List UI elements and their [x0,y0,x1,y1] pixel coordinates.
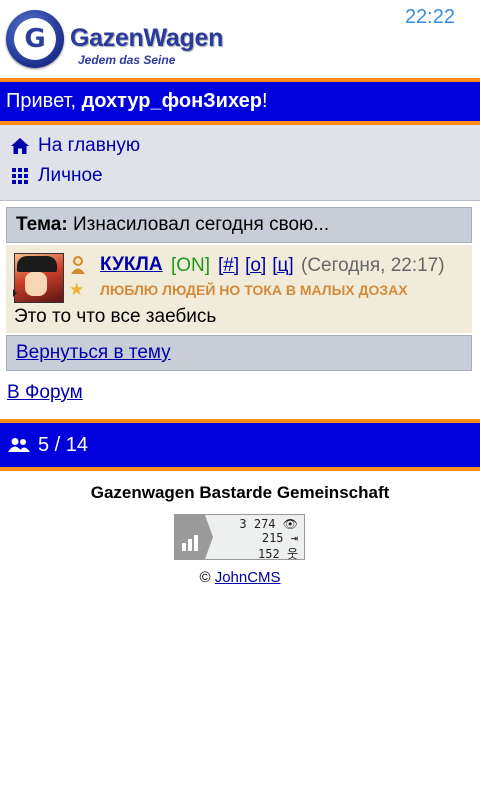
online-count: 5 / 14 [38,434,89,456]
post-author[interactable]: КУКЛА [100,254,163,276]
logo-emblem: G [14,18,56,60]
site-header: G GazenWagen Jedem das Seine 22:22 [0,0,480,78]
site-footer-title: Gazenwagen Bastarde Gemeinschaft [90,483,390,502]
post-link-reply[interactable]: [о] [245,255,266,276]
post-link-permalink[interactable]: [#] [218,255,239,276]
brand-slogan: Jedem das Seine [78,53,176,67]
greeting-bar: Привет, дохтур_фонЗихер! [0,78,480,125]
user-female-icon [71,256,85,274]
site-logo[interactable]: G [6,10,64,68]
avatar-face [25,272,47,296]
copyright: © JohnCMS [0,569,480,586]
counter-visitors: 152 웃 [258,547,298,561]
johncms-link[interactable]: JohnCMS [215,569,281,586]
topic-label: Тема: [16,214,68,235]
users-icon [8,438,30,452]
avatar-hat [17,256,57,272]
counter-visits: 215 ⇥ [261,531,298,545]
greeting-username: дохтур_фонЗихер [81,90,262,112]
post-actions: [#] [о] [ц] [218,255,300,277]
forum-link[interactable]: В Форум [7,382,83,404]
online-status: [ON] [171,255,211,276]
avatar-arrow-icon [13,289,17,297]
brand-name: GazenWagen [70,24,224,52]
topic-title: Изнасиловал сегодня свою... [72,214,330,235]
online-users-bar[interactable]: 5 / 14 [0,419,480,471]
menu-item-home[interactable]: На главную [10,135,140,157]
greeting-suffix: ! [261,90,268,112]
post-link-quote[interactable]: [ц] [272,255,293,276]
back-to-topic-link[interactable]: Вернуться в тему [6,335,472,371]
user-status-text: ЛЮБЛЮ ЛЮДЕЙ НО ТОКА В МАЛЫХ ДОЗАХ [100,282,408,298]
author-avatar[interactable] [14,253,64,303]
home-icon [11,138,29,154]
menu-item-personal[interactable]: Личное [10,165,103,187]
copyright-sign: © [199,569,215,586]
counter-views: 3 274 👁 [239,517,298,531]
bar-chart-icon [182,535,198,551]
post-body: Это то что все заебись [14,306,217,327]
menu-item-home-label: На главную [38,135,141,156]
post-time: (Сегодня, 22:17) [301,255,445,276]
topic-header: Тема: Изнасиловал сегодня свою... [6,207,472,243]
menu-item-personal-label: Личное [38,165,103,186]
greeting-prefix: Привет, [6,90,82,112]
star-icon: ★ [69,280,85,299]
visit-counter[interactable]: 3 274 👁 215 ⇥ 152 웃 [174,514,305,561]
status-clock: 22:22 [404,6,455,28]
grid-icon [12,168,28,184]
